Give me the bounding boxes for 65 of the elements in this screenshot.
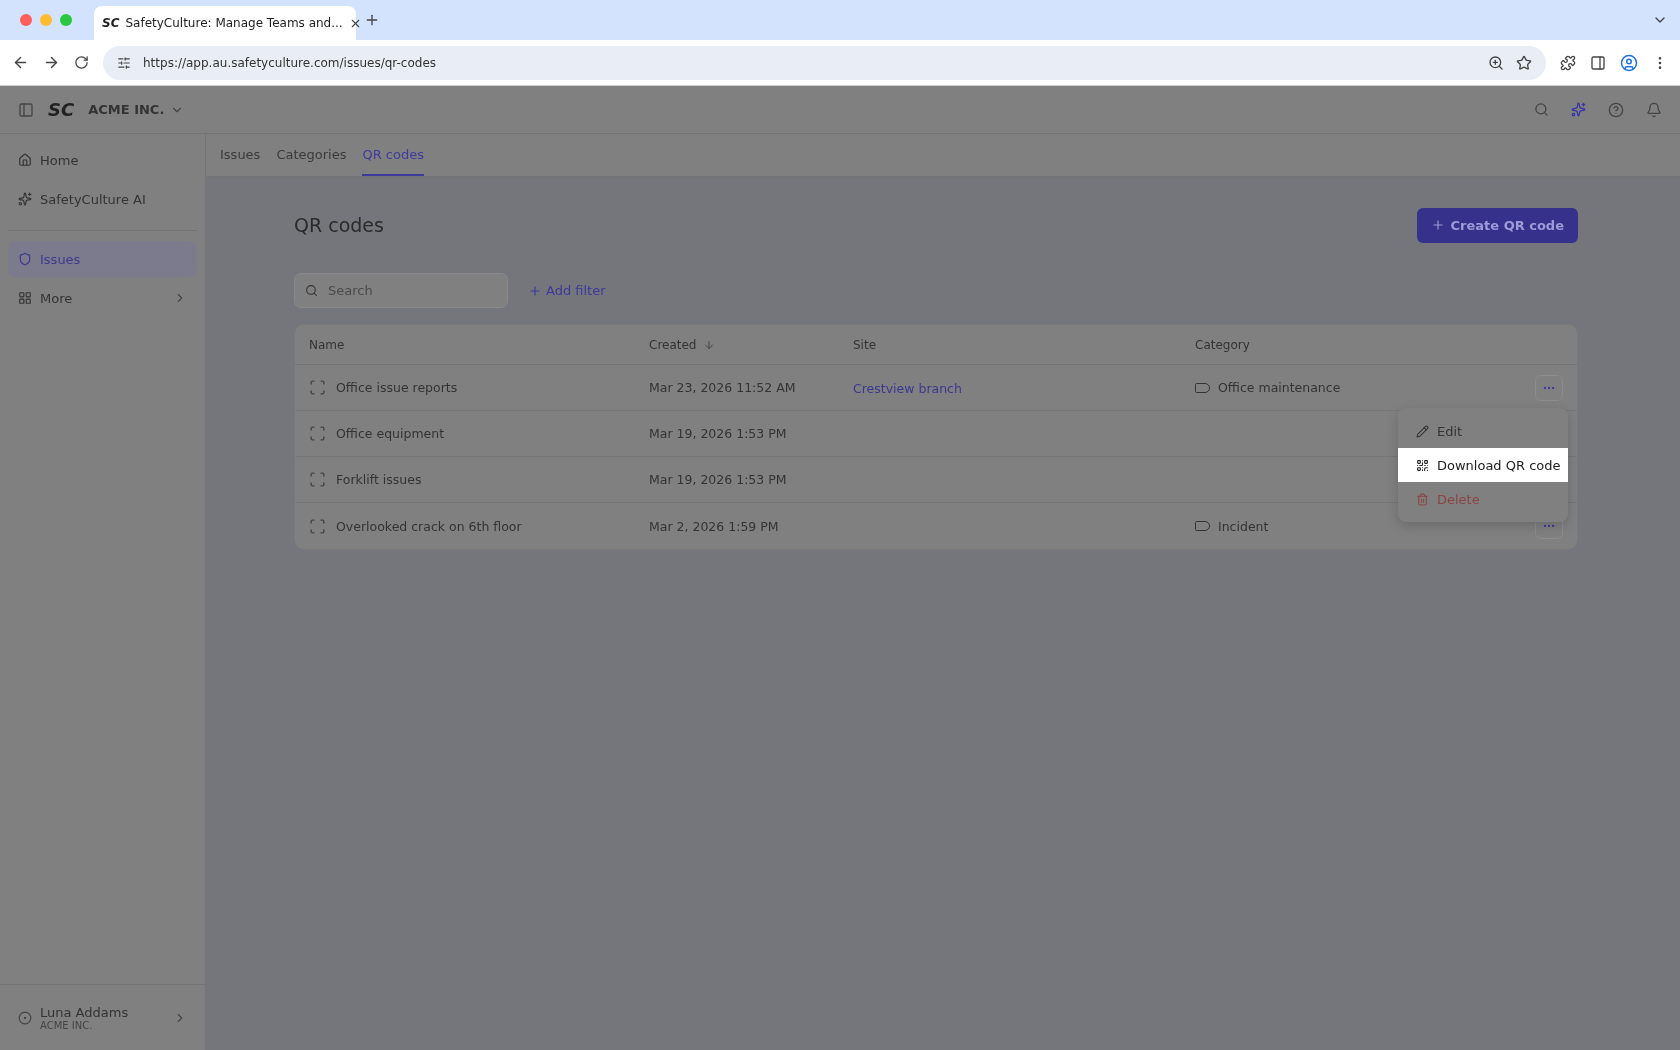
tab[interactable]: QR codes	[362, 134, 424, 176]
scan-icon	[309, 517, 326, 535]
table-cell-text: Mar 2, 2026 1:59 PM	[649, 518, 780, 534]
table-cell-text: Mar 23, 2026 11:52 AM	[649, 380, 797, 395]
search-icon[interactable]	[1534, 102, 1549, 117]
address-bar[interactable]: https://app.au.safetyculture.com/issues/qr-codes	[103, 45, 1546, 80]
table-cell: Office equipment	[336, 426, 445, 441]
sidebar-item[interactable]: Issues	[8, 241, 197, 277]
shield-icon	[18, 252, 32, 266]
grid-icon	[18, 291, 32, 305]
back-icon[interactable]	[12, 54, 29, 71]
home-icon	[18, 153, 32, 167]
avatar-icon	[18, 1010, 32, 1025]
logo-icon: SC	[102, 16, 120, 30]
search-icon	[305, 284, 318, 297]
page-title: QR codes	[294, 214, 384, 236]
create-qr-code-button[interactable]: Create QR code	[1416, 207, 1578, 243]
sidebar-item[interactable]: Home	[8, 142, 197, 178]
reload-icon[interactable]	[74, 55, 89, 70]
scan-icon	[309, 471, 326, 488]
sidebar-item[interactable]: SafetyCulture AI	[8, 181, 197, 217]
add-filter-button[interactable]: Add filter	[528, 283, 606, 298]
sidebar-toggle-icon[interactable]	[18, 101, 34, 118]
pencil-icon	[1416, 424, 1429, 438]
bell-icon[interactable]	[1646, 101, 1662, 118]
zoom-icon[interactable]	[1488, 54, 1504, 71]
table-cell-text: Mar 19, 2026 1:53 PM	[649, 426, 788, 441]
logo: SC	[48, 99, 75, 120]
column-header[interactable]: Created	[649, 337, 853, 352]
sparkle-icon	[18, 192, 32, 206]
scan-icon	[309, 379, 326, 396]
sparkle-icon[interactable]	[1571, 102, 1586, 117]
forward-icon[interactable]	[43, 54, 60, 71]
trash-icon	[1416, 492, 1429, 506]
plus-icon	[1430, 218, 1445, 232]
menu-item[interactable]: Download QR code	[1398, 448, 1568, 482]
table-cell: Office maintenance	[1218, 380, 1341, 395]
site-link[interactable]: Crestview branch	[853, 381, 962, 396]
user-org: ACME INC.	[40, 1019, 94, 1031]
table-cell: Overlooked crack on 6th floor	[336, 518, 522, 534]
tab[interactable]: Categories	[276, 134, 347, 176]
table-cell-text: Mar 19, 2026 1:53 PM	[649, 472, 788, 487]
help-icon[interactable]	[1608, 101, 1624, 118]
close-window-icon[interactable]	[20, 14, 32, 26]
table-cell: Office issue reports	[336, 380, 458, 395]
table-cell: Incident	[1218, 518, 1269, 534]
qr-code-icon	[1416, 458, 1429, 472]
star-icon[interactable]	[1516, 54, 1532, 71]
menu-item[interactable]: Delete	[1398, 482, 1568, 516]
puzzle-icon[interactable]	[1560, 54, 1576, 71]
table-cell: Forklift issues	[336, 472, 422, 487]
sidebar-item[interactable]: More	[8, 280, 197, 316]
menu-item[interactable]: Edit	[1398, 414, 1568, 448]
org-switcher[interactable]: ACME INC.	[88, 102, 165, 117]
column-header[interactable]: Name	[309, 337, 649, 352]
user-name[interactable]: Luna Addams	[40, 1004, 165, 1020]
scan-icon	[309, 425, 326, 442]
plus-icon	[528, 283, 542, 298]
column-header[interactable]: Category	[1195, 337, 1503, 352]
side-panel-icon[interactable]	[1590, 54, 1606, 71]
new-tab-icon[interactable]	[364, 12, 380, 28]
tab[interactable]: Issues	[220, 134, 261, 176]
profile-icon[interactable]	[1620, 53, 1638, 72]
column-header[interactable]: Site	[853, 337, 1195, 352]
site-settings-icon[interactable]	[117, 55, 131, 70]
